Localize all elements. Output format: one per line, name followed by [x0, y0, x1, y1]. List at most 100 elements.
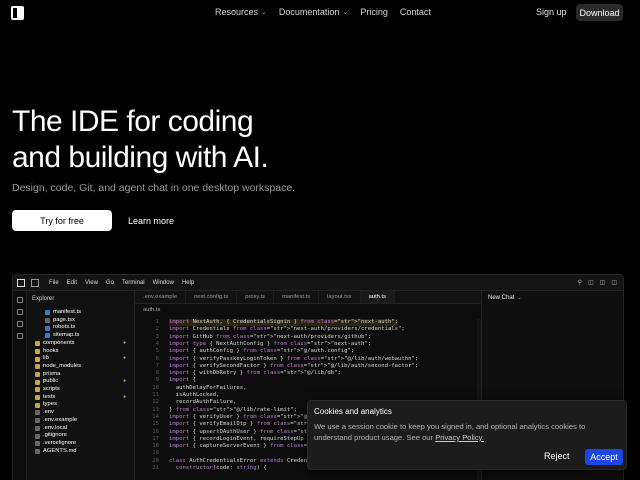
folder-item[interactable]: prisma	[27, 371, 134, 379]
menu-item[interactable]: Help	[182, 280, 194, 286]
menu-item[interactable]: Window	[153, 280, 174, 286]
tree-item-label: node_modules	[43, 362, 82, 369]
folder-icon	[35, 341, 40, 347]
file-item[interactable]: .gitignore	[27, 432, 134, 440]
learn-more-button[interactable]: Learn more	[120, 210, 182, 231]
nav-links: Resources ⌄ Documentation ⌄ Pricing Contac…	[215, 7, 431, 17]
accept-button[interactable]: Accept	[585, 449, 623, 465]
source-control-icon[interactable]	[16, 321, 23, 327]
file-item[interactable]: .vercelignore	[27, 440, 134, 448]
file-item[interactable]: .env.local	[27, 425, 134, 433]
folder-item[interactable]: types	[27, 401, 134, 409]
line-number: 8	[155, 370, 159, 377]
nav-contact[interactable]: Contact	[400, 7, 431, 17]
file-tree: manifest.ts page.tsx robots.ts sitemap.ts co…	[27, 309, 134, 455]
menu-item[interactable]: Terminal	[122, 280, 145, 286]
folder-icon	[35, 395, 40, 401]
explorer-panel: Explorer manifest.ts page.tsx robots.ts sit…	[27, 291, 135, 480]
file-icon	[35, 425, 40, 431]
nav-pricing[interactable]: Pricing	[360, 7, 388, 17]
layout-icon[interactable]	[31, 278, 39, 287]
line-number: 12	[152, 399, 159, 406]
code-line: import { verifySecondFactor } from class…	[169, 362, 419, 369]
line-number: 13	[152, 406, 159, 413]
editor-tab[interactable]: next.config.ts	[186, 291, 238, 303]
panel-bottom-icon[interactable]: ◫	[611, 279, 617, 286]
folder-icon	[35, 379, 40, 385]
folder-icon	[35, 356, 40, 362]
folder-item[interactable]: node_modules	[27, 363, 134, 371]
file-item[interactable]: robots.ts	[27, 324, 134, 332]
editor-tab[interactable]: layout.tsx	[319, 291, 361, 303]
line-number: 17	[152, 435, 159, 442]
folder-item[interactable]: components ●	[27, 340, 134, 348]
app-logo-icon	[17, 278, 25, 287]
file-item[interactable]: page.tsx	[27, 317, 134, 325]
file-item[interactable]: manifest.ts	[27, 309, 134, 317]
folder-item[interactable]: lib ●	[27, 355, 134, 363]
chevron-down-icon: ⌄	[517, 295, 522, 301]
nav-documentation[interactable]: Documentation ⌄	[279, 7, 348, 17]
code-line: import { authConfig } from class="str">"…	[169, 348, 355, 355]
folder-item[interactable]: hooks	[27, 348, 134, 356]
modified-dot-icon: ●	[122, 393, 126, 400]
folder-item[interactable]: public ●	[27, 378, 134, 386]
file-item[interactable]: .env.example	[27, 417, 134, 425]
editor-tab[interactable]: manifest.ts	[274, 291, 320, 303]
editor-tabs: .env.example next.config.ts proxy.ts manife…	[135, 291, 481, 304]
code-line: import GitHub from class="str">"next-aut…	[169, 333, 372, 340]
line-number: 11	[152, 392, 159, 398]
file-icon	[35, 418, 40, 424]
line-number: 10	[152, 384, 159, 391]
breadcrumb: auth.ts	[143, 307, 161, 313]
folder-icon	[35, 387, 40, 393]
menu-list: File Edit View Go Terminal Window Help	[49, 280, 194, 286]
menu-item[interactable]: View	[85, 280, 98, 286]
folder-item[interactable]: scripts	[27, 386, 134, 394]
code-line: constructor(code: string) {	[175, 465, 267, 471]
modified-dot-icon: ●	[122, 355, 126, 362]
editor-tab[interactable]: auth.ts	[360, 291, 396, 303]
extensions-icon[interactable]	[16, 333, 23, 339]
tree-item-label: robots.ts	[53, 324, 76, 331]
file-item[interactable]: sitemap.ts	[27, 332, 134, 340]
tree-item-label: sitemap.ts	[53, 332, 80, 339]
file-item[interactable]: AGENTS.md	[27, 448, 134, 456]
new-chat-button[interactable]: New Chat ⌄	[482, 291, 623, 301]
folder-icon	[35, 364, 40, 370]
menu-item[interactable]: File	[49, 280, 59, 286]
brand-logo-icon[interactable]	[11, 6, 24, 20]
code-line: import type { NextAuthConfig } from clas…	[169, 340, 372, 347]
code-line: import NextAuth, { CredentialsSignin } f…	[169, 319, 399, 327]
panel-right-icon[interactable]: ◫	[600, 279, 606, 286]
privacy-policy-link[interactable]: Privacy Policy.	[435, 433, 484, 442]
panel-left-icon[interactable]: ◫	[588, 279, 594, 286]
line-number: 2	[155, 326, 159, 333]
activity-bar	[13, 291, 27, 480]
cookie-text: We use a session cookie to keep you sign…	[314, 422, 586, 442]
tree-item-label: .env.local	[43, 424, 68, 431]
search-icon[interactable]	[16, 309, 23, 315]
search-icon[interactable]: ⚲	[578, 279, 582, 286]
editor-tab[interactable]: proxy.ts	[237, 291, 275, 303]
tree-item-label: tests	[43, 393, 56, 400]
chevron-down-icon: ⌄	[342, 9, 349, 16]
file-item[interactable]: .env	[27, 409, 134, 417]
line-number: 14	[152, 413, 159, 420]
menu-item[interactable]: Go	[106, 280, 114, 286]
nav-resources[interactable]: Resources ⌄	[215, 7, 267, 17]
menu-item[interactable]: Edit	[67, 280, 77, 286]
folder-item[interactable]: tests ●	[27, 394, 134, 402]
download-button[interactable]: Download	[576, 4, 623, 21]
files-icon[interactable]	[16, 297, 23, 303]
editor-tab[interactable]: .env.example	[135, 291, 187, 303]
code-line: import { verifyPasskeyLoginToken } from …	[169, 355, 419, 362]
sign-up-link[interactable]: Sign up	[536, 7, 567, 17]
line-number: 20	[152, 457, 159, 464]
code-line: isAuthLocked,	[169, 392, 220, 398]
try-for-free-button[interactable]: Try for free	[12, 210, 112, 231]
tree-item-label: lib	[43, 355, 49, 362]
reject-button[interactable]: Reject	[544, 451, 570, 461]
line-number: 15	[152, 421, 159, 428]
code-line: recordAuthFailure,	[169, 399, 237, 406]
